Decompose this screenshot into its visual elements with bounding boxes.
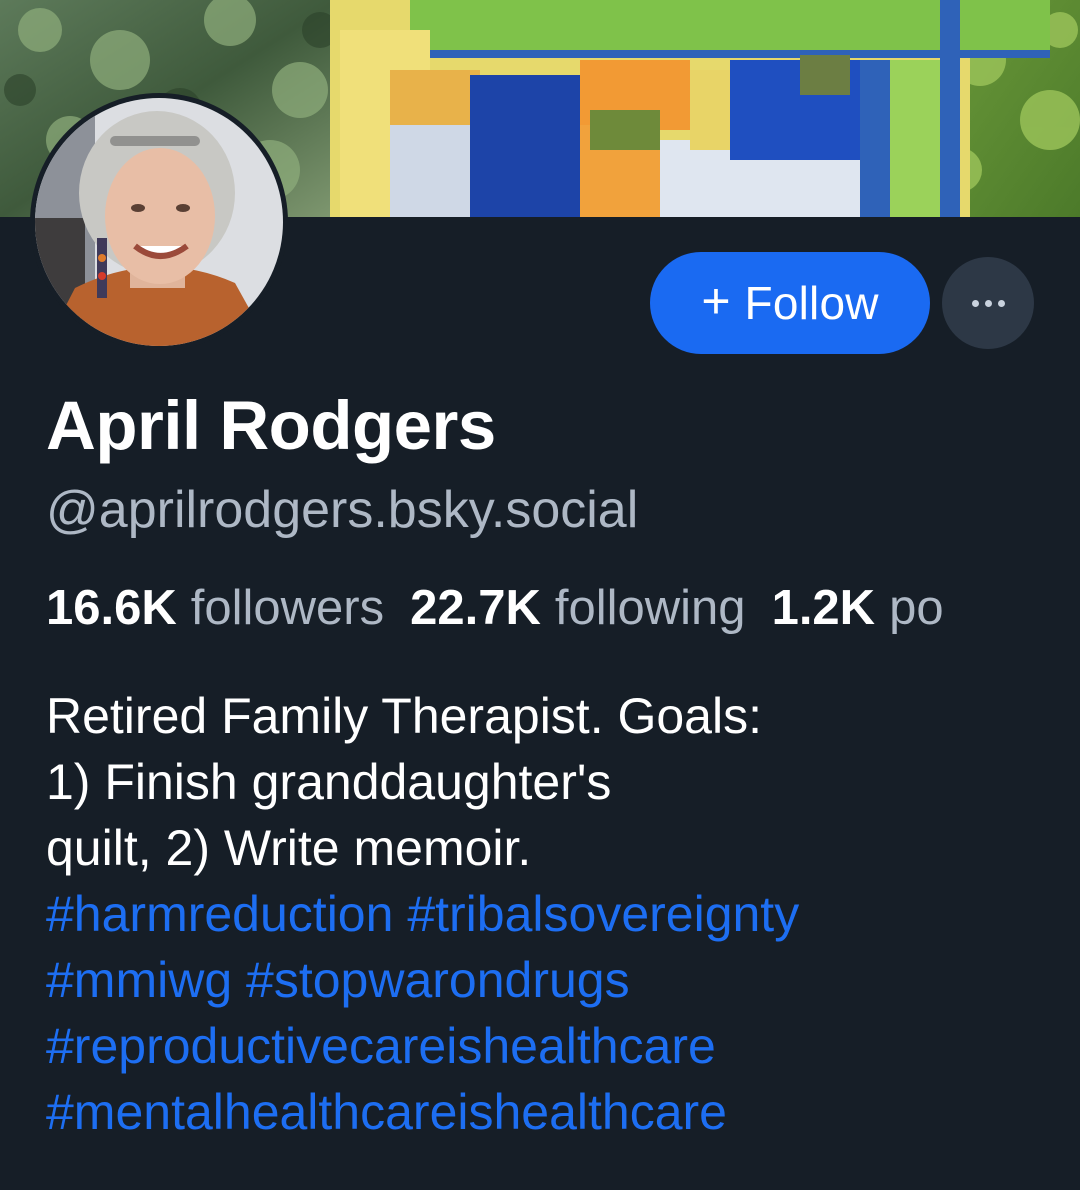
- followers-count: 16.6K: [46, 581, 177, 635]
- hashtag-line: #harmreduction #tribalsovereignty: [46, 881, 1046, 947]
- profile-bio: Retired Family Therapist. Goals: 1) Fini…: [46, 683, 1046, 1145]
- follow-button[interactable]: + Follow: [650, 252, 930, 354]
- plus-icon: +: [701, 273, 731, 329]
- bio-line: quilt, 2) Write memoir.: [46, 820, 532, 876]
- posts-stat: 1.2K po: [772, 576, 970, 640]
- followers-stat[interactable]: 16.6K followers: [46, 576, 410, 640]
- more-options-button[interactable]: [942, 257, 1034, 349]
- hashtag-link[interactable]: #mentalhealthcareishealthcare: [46, 1084, 727, 1140]
- hashtag-line: #mmiwg #stopwarondrugs: [46, 947, 1046, 1013]
- hashtag-link[interactable]: #tribalsovereignty: [407, 886, 799, 942]
- display-name: April Rodgers: [46, 387, 496, 464]
- bio-line: Retired Family Therapist. Goals:: [46, 688, 762, 744]
- hashtag-link[interactable]: #reproductivecareishealthcare: [46, 1018, 716, 1074]
- more-horizontal-icon: [971, 299, 1005, 307]
- follow-button-label: Follow: [744, 277, 879, 329]
- bio-line: 1) Finish granddaughter's: [46, 754, 612, 810]
- handle: @aprilrodgers.bsky.social: [46, 481, 639, 539]
- following-stat[interactable]: 22.7K following: [410, 576, 771, 640]
- followers-label: followers: [190, 581, 385, 635]
- posts-label: po: [889, 581, 944, 635]
- following-label: following: [554, 581, 746, 635]
- hashtag-link[interactable]: #stopwarondrugs: [246, 952, 630, 1008]
- profile-stats: 16.6K followers 22.7K following 1.2K po: [46, 576, 970, 640]
- hashtag-link[interactable]: #harmreduction: [46, 886, 393, 942]
- following-count: 22.7K: [410, 581, 541, 635]
- avatar[interactable]: [30, 93, 288, 351]
- posts-count: 1.2K: [771, 581, 876, 635]
- avatar-photo: [35, 98, 283, 346]
- hashtag-line: #reproductivecareishealthcare: [46, 1013, 1046, 1079]
- hashtag-line: #mentalhealthcareishealthcare: [46, 1079, 1046, 1145]
- hashtag-link[interactable]: #mmiwg: [46, 952, 232, 1008]
